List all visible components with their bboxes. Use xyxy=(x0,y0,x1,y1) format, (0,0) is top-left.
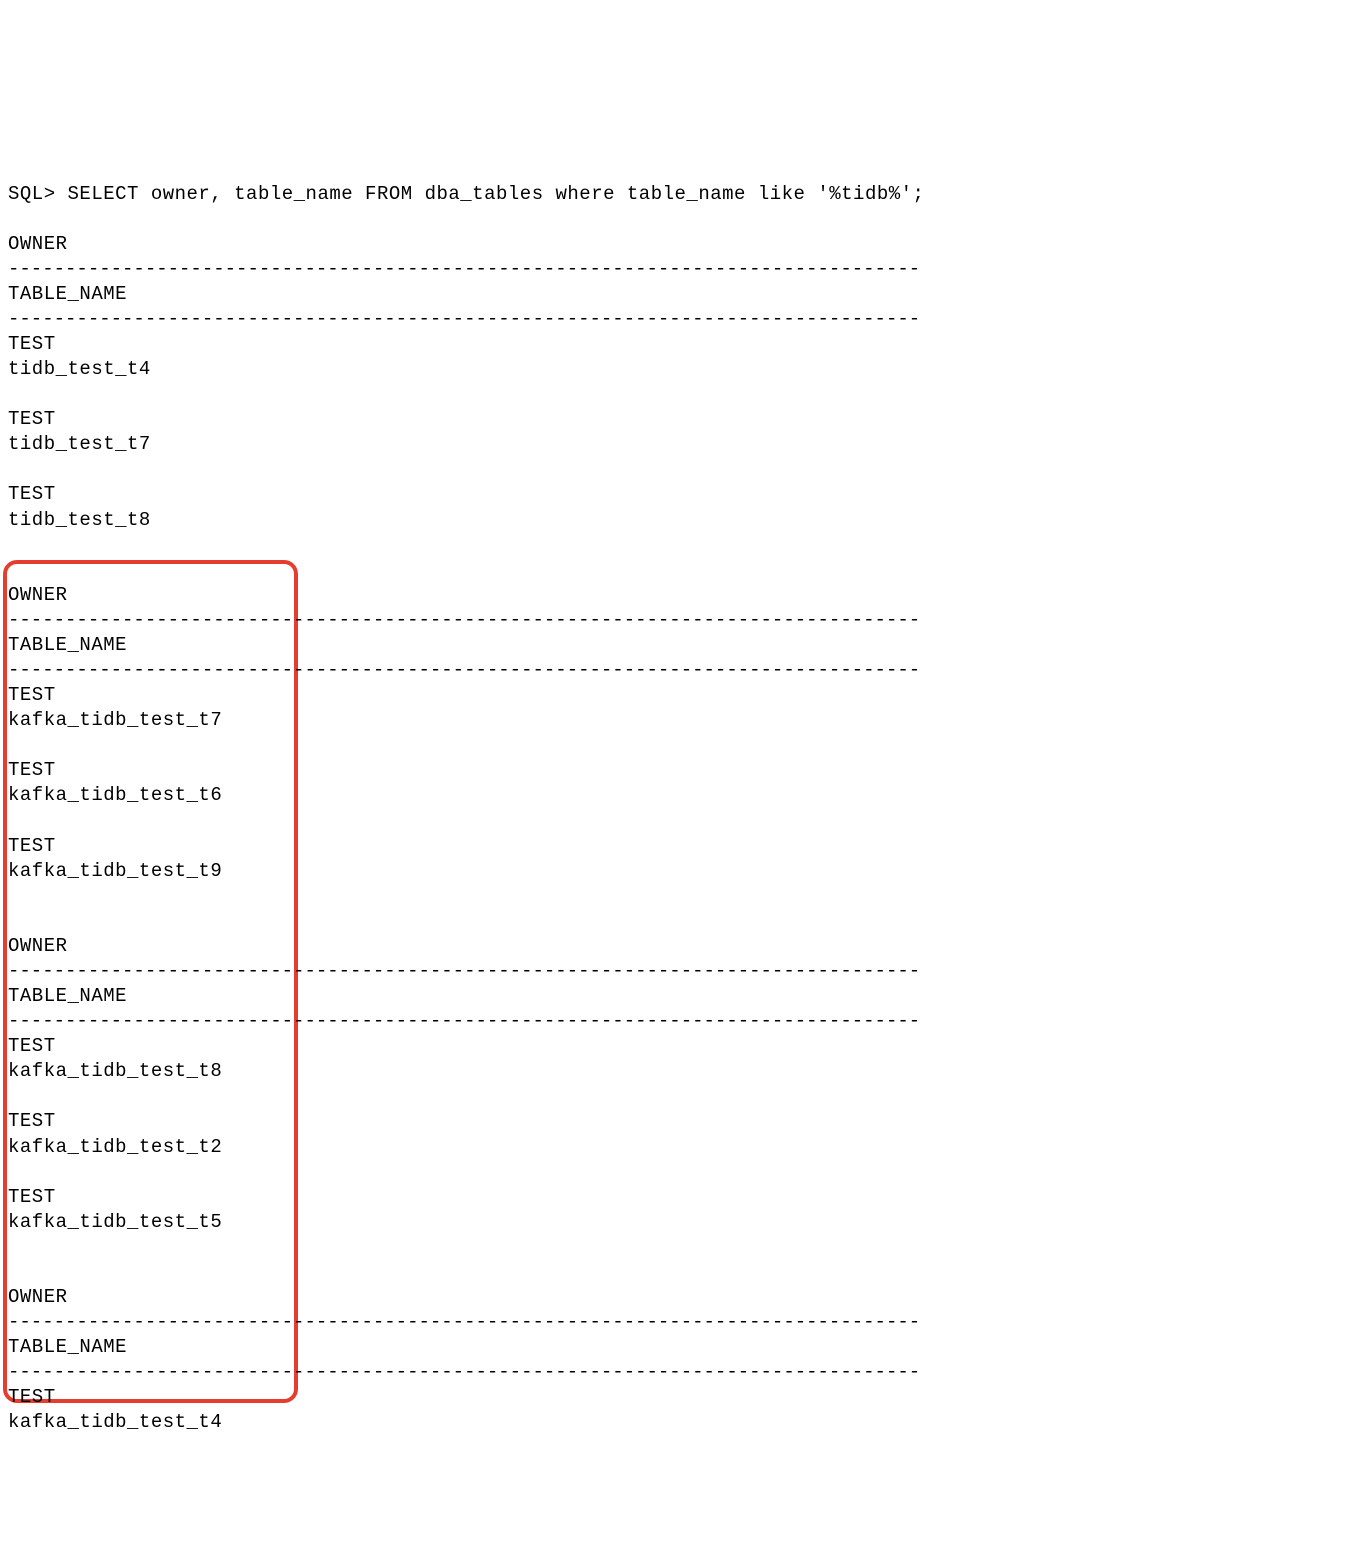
result-owner-value: TEST xyxy=(8,483,56,505)
result-table-name-value: tidb_test_t7 xyxy=(8,433,151,455)
column-header-owner: OWNER xyxy=(8,935,68,957)
result-table-name-value: tidb_test_t4 xyxy=(8,358,151,380)
result-owner-value: TEST xyxy=(8,408,56,430)
result-owner-value: TEST xyxy=(8,1035,56,1057)
result-owner-value: TEST xyxy=(8,684,56,706)
result-table-name-value: tidb_test_t8 xyxy=(8,509,151,531)
header-divider: ----------------------------------------… xyxy=(8,609,920,631)
result-owner-value: TEST xyxy=(8,835,56,857)
header-divider: ----------------------------------------… xyxy=(8,1311,920,1333)
result-owner-value: TEST xyxy=(8,1386,56,1408)
result-owner-value: TEST xyxy=(8,1186,56,1208)
header-divider: ----------------------------------------… xyxy=(8,659,920,681)
column-header-table-name: TABLE_NAME xyxy=(8,283,127,305)
header-divider: ----------------------------------------… xyxy=(8,1361,920,1383)
header-divider: ----------------------------------------… xyxy=(8,308,920,330)
header-divider: ----------------------------------------… xyxy=(8,1010,920,1032)
result-table-name-value: kafka_tidb_test_t8 xyxy=(8,1060,222,1082)
result-owner-value: TEST xyxy=(8,759,56,781)
prompt-text: SQL> xyxy=(8,183,68,205)
column-header-owner: OWNER xyxy=(8,584,68,606)
result-table-name-value: kafka_tidb_test_t2 xyxy=(8,1136,222,1158)
sql-terminal-output: SQL> SELECT owner, table_name FROM dba_t… xyxy=(8,156,1346,1435)
sql-prompt[interactable]: SQL> SELECT owner, table_name FROM dba_t… xyxy=(8,183,924,205)
query-text: SELECT owner, table_name FROM dba_tables… xyxy=(68,183,925,205)
result-table-name-value: kafka_tidb_test_t4 xyxy=(8,1411,222,1433)
header-divider: ----------------------------------------… xyxy=(8,258,920,280)
column-header-table-name: TABLE_NAME xyxy=(8,985,127,1007)
column-header-table-name: TABLE_NAME xyxy=(8,1336,127,1358)
header-divider: ----------------------------------------… xyxy=(8,960,920,982)
result-owner-value: TEST xyxy=(8,333,56,355)
result-owner-value: TEST xyxy=(8,1110,56,1132)
result-table-name-value: kafka_tidb_test_t5 xyxy=(8,1211,222,1233)
column-header-owner: OWNER xyxy=(8,1286,68,1308)
result-table-name-value: kafka_tidb_test_t6 xyxy=(8,784,222,806)
result-table-name-value: kafka_tidb_test_t7 xyxy=(8,709,222,731)
column-header-owner: OWNER xyxy=(8,233,68,255)
column-header-table-name: TABLE_NAME xyxy=(8,634,127,656)
result-table-name-value: kafka_tidb_test_t9 xyxy=(8,860,222,882)
